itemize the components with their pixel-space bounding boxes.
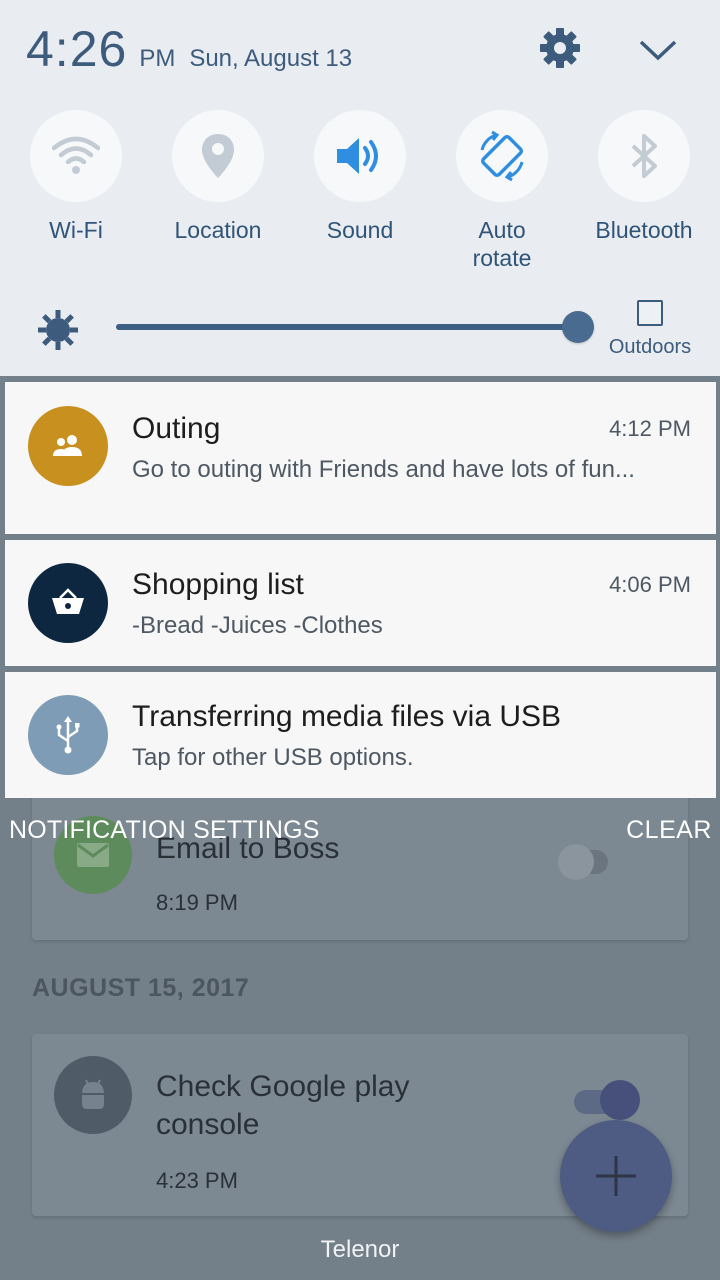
status-time-row: 4:26 PM Sun, August 13 xyxy=(26,20,352,78)
notification-footer: NOTIFICATION SETTINGS CLEAR xyxy=(0,814,720,850)
tile-sound[interactable]: Sound xyxy=(290,110,430,244)
bg-task-toggle[interactable] xyxy=(558,844,608,880)
wifi-tile-button[interactable] xyxy=(30,110,122,202)
quick-settings-panel: 4:26 PM Sun, August 13 Wi-Fi Location So… xyxy=(0,0,720,376)
notification-shopping-list[interactable]: Shopping list -Bread -Juices -Clothes 4:… xyxy=(5,540,716,666)
bluetooth-tile-button[interactable] xyxy=(598,110,690,202)
wifi-label: Wi-Fi xyxy=(49,217,103,243)
bg-section-date: AUGUST 15, 2017 xyxy=(32,974,250,1002)
chevron-down-icon xyxy=(639,40,677,61)
gear-icon xyxy=(540,28,580,68)
bg-task-title: Check Google play console xyxy=(156,1068,456,1144)
outdoors-label: Outdoors xyxy=(608,336,692,358)
bg-task-title-text: Check Google play console xyxy=(156,1070,410,1141)
sound-label: Sound xyxy=(326,217,394,243)
sound-icon xyxy=(337,138,378,174)
tile-bluetooth[interactable]: Bluetooth xyxy=(574,110,714,244)
notification-title: Transferring media files via USB xyxy=(132,700,562,733)
notification-text: Go to outing with Friends and have lots … xyxy=(132,456,635,483)
location-icon xyxy=(202,134,234,178)
notification-text: Tap for other USB options. xyxy=(132,744,414,771)
location-label: Location xyxy=(174,217,262,243)
bg-task-time: 8:19 PM xyxy=(156,890,238,915)
notification-title: Outing xyxy=(132,412,221,445)
notification-time: 4:06 PM xyxy=(609,572,691,597)
brightness-slider[interactable] xyxy=(116,311,594,343)
clear-button[interactable]: CLEAR xyxy=(626,816,712,845)
location-tile-button[interactable] xyxy=(172,110,264,202)
notification-usb[interactable]: Transferring media files via USB Tap for… xyxy=(5,672,716,798)
notification-text: -Bread -Juices -Clothes xyxy=(132,612,383,639)
bg-task-toggle[interactable] xyxy=(574,1080,640,1120)
brightness-fill xyxy=(116,324,578,330)
usb-icon xyxy=(28,695,108,775)
clock-ampm: PM xyxy=(139,45,176,72)
sound-tile-button[interactable] xyxy=(314,110,406,202)
brightness-thumb[interactable] xyxy=(561,311,594,343)
tile-location[interactable]: Location xyxy=(148,110,288,244)
expand-button[interactable] xyxy=(634,26,682,74)
clock: 4:26 xyxy=(26,21,128,77)
outdoors-toggle[interactable]: Outdoors xyxy=(598,300,702,359)
bluetooth-icon xyxy=(631,134,657,178)
carrier-label: Telenor xyxy=(320,1236,400,1263)
auto-rotate-icon xyxy=(480,130,524,182)
notification-outing[interactable]: Outing Go to outing with Friends and hav… xyxy=(5,382,716,534)
tile-wifi[interactable]: Wi-Fi xyxy=(6,110,146,244)
wifi-icon xyxy=(52,136,100,174)
brightness-icon xyxy=(38,310,78,350)
notification-settings-button[interactable]: NOTIFICATION SETTINGS xyxy=(9,816,320,845)
tile-auto-rotate[interactable]: Auto rotate xyxy=(432,110,572,272)
bg-task-time: 4:23 PM xyxy=(156,1168,238,1193)
auto-rotate-label: Auto rotate xyxy=(472,217,532,271)
settings-button[interactable] xyxy=(536,24,584,72)
status-date: Sun, August 13 xyxy=(189,45,353,72)
auto-rotate-tile-button[interactable] xyxy=(456,110,548,202)
basket-icon xyxy=(28,563,108,643)
notification-time: 4:12 PM xyxy=(609,416,691,441)
outdoors-checkbox[interactable] xyxy=(637,300,663,326)
android-icon xyxy=(54,1056,132,1134)
plus-icon xyxy=(596,1156,636,1196)
group-icon xyxy=(28,406,108,486)
bluetooth-label: Bluetooth xyxy=(595,217,693,243)
add-task-button[interactable] xyxy=(560,1120,672,1232)
notification-title: Shopping list xyxy=(132,568,304,601)
